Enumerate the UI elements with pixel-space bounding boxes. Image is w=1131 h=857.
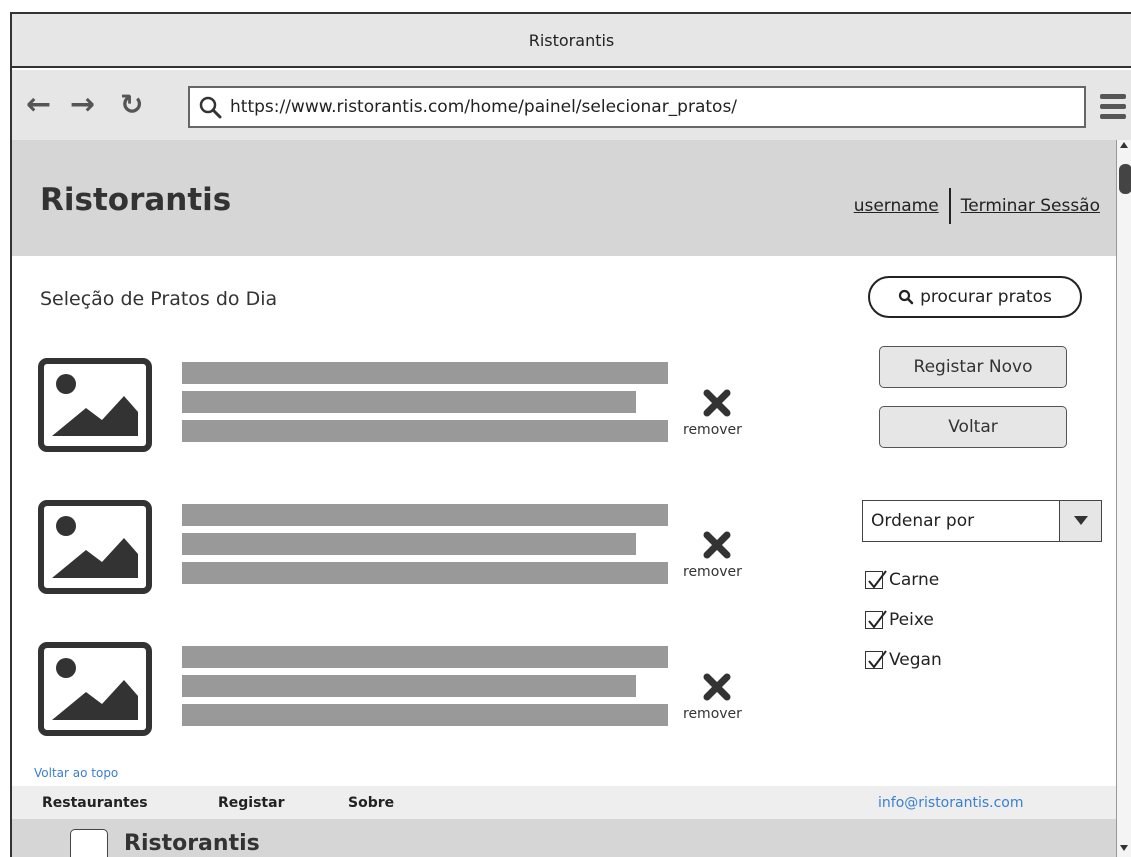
- placeholder-text-bar: [182, 420, 668, 442]
- filter-label: Peixe: [889, 610, 934, 630]
- filter-label: Vegan: [889, 650, 942, 670]
- checkbox-checked-icon[interactable]: [865, 610, 887, 629]
- reload-icon[interactable]: ↻: [120, 90, 143, 120]
- footer-email-link[interactable]: info@ristorantis.com: [878, 795, 1023, 811]
- filter-label: Carne: [889, 570, 940, 590]
- placeholder-text-bar: [182, 562, 668, 584]
- footer-link-registar[interactable]: Registar: [218, 795, 284, 811]
- image-placeholder-icon: [38, 358, 152, 452]
- arrow-right-icon[interactable]: →: [70, 90, 95, 120]
- logout-link[interactable]: Terminar Sessão: [961, 196, 1100, 216]
- url-bar[interactable]: https://www.ristorantis.com/home/painel/…: [188, 86, 1086, 128]
- placeholder-text-bar: [182, 704, 668, 726]
- list-item: remover: [38, 500, 758, 600]
- filter-carne-checkbox[interactable]: Carne: [865, 570, 939, 590]
- search-dishes-button[interactable]: procurar pratos: [868, 276, 1082, 318]
- scroll-thumb[interactable]: [1119, 164, 1131, 194]
- placeholder-text-bar: [182, 533, 636, 555]
- register-new-button[interactable]: Registar Novo: [879, 346, 1067, 388]
- browser-window: Ristorantis ← → ↻ https://www.ristoranti…: [10, 12, 1131, 857]
- image-placeholder-icon: [38, 500, 152, 594]
- page-title: Seleção de Pratos do Dia: [40, 288, 278, 310]
- placeholder-text-bar: [182, 675, 636, 697]
- footer-links: Restaurantes Registar Sobre info@ristora…: [12, 786, 1118, 819]
- user-links: username Terminar Sessão: [854, 188, 1100, 224]
- scroll-down-icon[interactable]: [1120, 845, 1128, 851]
- remove-label[interactable]: remover: [683, 706, 742, 722]
- list-item: remover: [38, 642, 758, 742]
- window-titlebar: Ristorantis: [12, 14, 1131, 68]
- url-text: https://www.ristorantis.com/home/painel/…: [230, 97, 738, 117]
- hamburger-menu-icon[interactable]: [1100, 94, 1126, 122]
- search-icon: [199, 96, 222, 119]
- footer-brand-bar: Ristorantis: [12, 819, 1118, 857]
- list-item: remover: [38, 358, 758, 458]
- vertical-scrollbar[interactable]: [1116, 140, 1131, 857]
- remove-label[interactable]: remover: [683, 422, 742, 438]
- scroll-up-icon[interactable]: [1120, 142, 1128, 148]
- back-to-top-link[interactable]: Voltar ao topo: [34, 766, 118, 780]
- checkbox-checked-icon[interactable]: [865, 650, 887, 669]
- logo-placeholder-icon: [70, 829, 108, 857]
- filter-vegan-checkbox[interactable]: Vegan: [865, 650, 942, 670]
- placeholder-text-bar: [182, 391, 636, 413]
- filter-peixe-checkbox[interactable]: Peixe: [865, 610, 934, 630]
- window-title: Ristorantis: [528, 30, 615, 50]
- back-button[interactable]: Voltar: [879, 406, 1067, 448]
- footer-link-sobre[interactable]: Sobre: [348, 795, 394, 811]
- placeholder-text-bar: [182, 362, 668, 384]
- browser-navbar: ← → ↻ https://www.ristorantis.com/home/p…: [12, 70, 1131, 140]
- image-placeholder-icon: [38, 642, 152, 736]
- footer-brand: Ristorantis: [124, 831, 260, 856]
- search-icon: [898, 289, 914, 305]
- chevron-down-icon[interactable]: [1059, 501, 1101, 541]
- sort-selected-value: Ordenar por: [871, 511, 975, 531]
- page-content: Ristorantis username Terminar Sessão Sel…: [12, 140, 1118, 857]
- placeholder-text-bar: [182, 646, 668, 668]
- placeholder-text-bar: [182, 504, 668, 526]
- remove-label[interactable]: remover: [683, 564, 742, 580]
- close-icon[interactable]: [702, 530, 732, 560]
- checkbox-checked-icon[interactable]: [865, 570, 887, 589]
- brand-title: Ristorantis: [40, 182, 232, 218]
- divider: [948, 188, 951, 224]
- close-icon[interactable]: [702, 672, 732, 702]
- footer-link-restaurantes[interactable]: Restaurantes: [42, 795, 148, 811]
- arrow-left-icon[interactable]: ←: [26, 90, 51, 120]
- username-link[interactable]: username: [854, 196, 939, 216]
- close-icon[interactable]: [702, 388, 732, 418]
- search-label: procurar pratos: [920, 287, 1052, 307]
- sort-select[interactable]: Ordenar por: [862, 500, 1102, 542]
- app-header: Ristorantis username Terminar Sessão: [12, 140, 1118, 256]
